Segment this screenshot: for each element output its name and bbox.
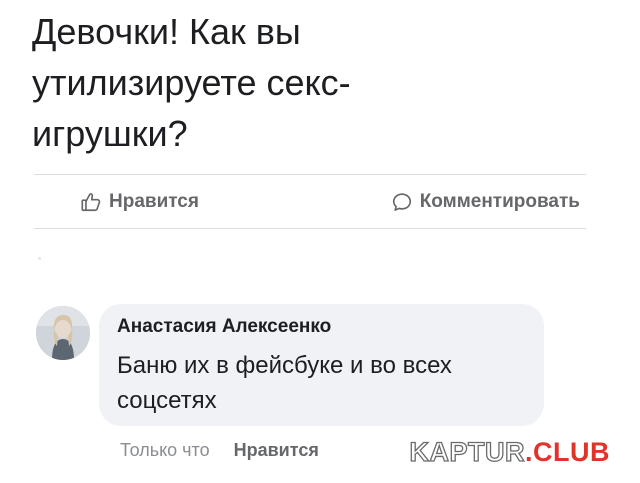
post-text-line: игрушки? bbox=[32, 113, 188, 154]
comment-text: Баню их в фейсбуке и во всех соцсетях bbox=[117, 348, 537, 418]
watermark-part-1: KAPTUR bbox=[409, 436, 525, 467]
like-button[interactable]: Нравится bbox=[80, 191, 199, 213]
comment-text-line: Баню их в фейсбуке и во всех bbox=[117, 352, 452, 379]
divider bbox=[34, 174, 586, 175]
watermark-part-2: .CLUB bbox=[525, 437, 610, 467]
decorative-dot bbox=[38, 257, 41, 260]
comment-label: Комментировать bbox=[419, 191, 580, 212]
comment-button[interactable]: Комментировать bbox=[391, 191, 580, 213]
thumbs-up-icon bbox=[80, 191, 102, 213]
divider bbox=[34, 228, 586, 229]
comment-timestamp[interactable]: Только что bbox=[120, 440, 210, 461]
comment-text-line: соцсетях bbox=[117, 387, 217, 414]
avatar[interactable] bbox=[36, 306, 90, 360]
comment-bubble: Анастасия Алексеенко Баню их в фейсбуке … bbox=[99, 304, 544, 426]
post-text: Девочки! Как вы утилизируете секс- игруш… bbox=[32, 6, 592, 159]
post-actions-bar: Нравится Комментировать bbox=[34, 178, 586, 226]
like-label: Нравится bbox=[109, 191, 199, 212]
comment-like-link[interactable]: Нравится bbox=[234, 440, 319, 461]
watermark-logo: KAPTUR .CLUB bbox=[409, 436, 611, 468]
speech-bubble-icon bbox=[391, 191, 413, 213]
post-text-line: утилизируете секс- bbox=[32, 62, 351, 103]
comment-meta: Только что Нравится bbox=[120, 440, 319, 461]
comment-author[interactable]: Анастасия Алексеенко bbox=[117, 316, 331, 338]
post-text-line: Девочки! Как вы bbox=[32, 11, 301, 52]
